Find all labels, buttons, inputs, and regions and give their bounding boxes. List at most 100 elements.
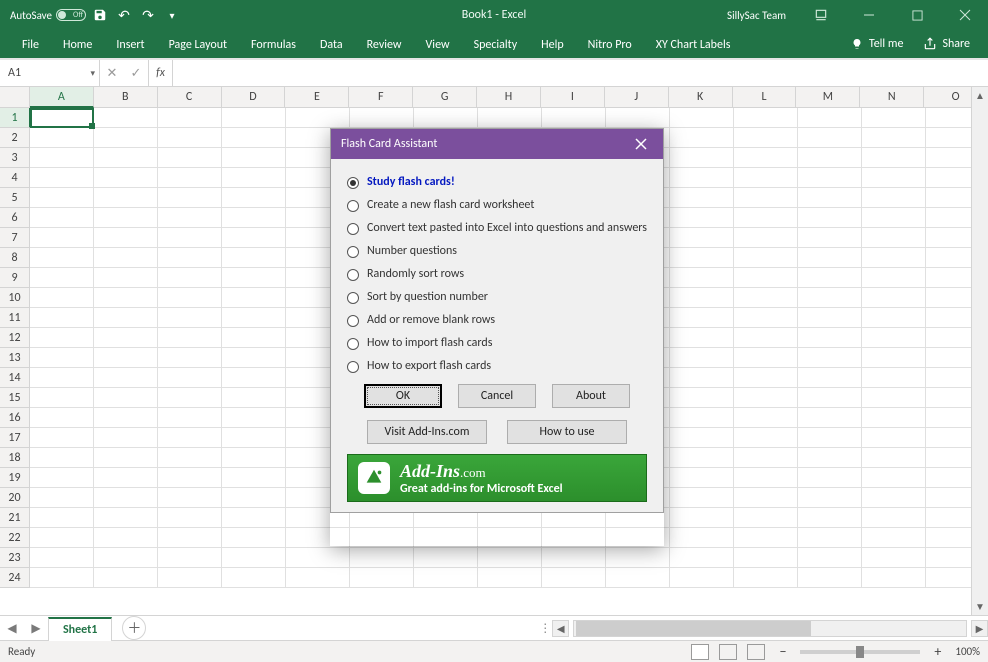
zoom-in-button[interactable]: + [930,643,945,660]
scroll-left-icon[interactable]: ◀ [552,620,569,637]
fill-handle[interactable] [89,123,95,129]
tab-home[interactable]: Home [51,32,104,58]
col-header[interactable]: K [669,87,733,107]
autosave-toggle[interactable]: AutoSave Off [10,9,86,22]
how-to-use-button[interactable]: How to use [507,420,627,444]
row-header[interactable]: 16 [0,408,30,428]
tab-nitro-pro[interactable]: Nitro Pro [576,32,644,58]
tell-me-search[interactable]: Tell me [841,37,914,51]
row-header[interactable]: 5 [0,188,30,208]
qat-customize-icon[interactable]: ▾ [162,5,182,25]
row-header[interactable]: 20 [0,488,30,508]
col-header[interactable]: M [796,87,860,107]
col-header[interactable]: L [733,87,797,107]
cancel-formula-icon[interactable]: ✕ [100,66,124,81]
radio-icon[interactable] [347,269,359,281]
row-header[interactable]: 3 [0,148,30,168]
minimize-icon[interactable] [846,0,892,30]
visit-addins-button[interactable]: Visit Add-Ins.com [367,420,487,444]
vertical-scrollbar[interactable]: ▲ ▼ [971,87,988,615]
col-header[interactable]: A [30,87,94,108]
row-header[interactable]: 12 [0,328,30,348]
radio-sort-by-number[interactable]: Sort by question number [347,286,647,309]
new-sheet-button[interactable]: ＋ [122,616,146,640]
normal-view-icon[interactable] [691,644,709,660]
tab-nav-prev-icon[interactable]: ◀ [0,616,24,640]
col-header[interactable]: J [605,87,669,107]
radio-icon[interactable] [347,200,359,212]
col-header[interactable]: F [349,87,413,107]
radio-icon[interactable] [347,246,359,258]
col-header[interactable]: B [94,87,158,107]
tab-insert[interactable]: Insert [104,32,156,58]
radio-create-worksheet[interactable]: Create a new flash card worksheet [347,194,647,217]
ribbon-options-icon[interactable] [798,0,844,30]
radio-icon[interactable] [347,292,359,304]
ok-button[interactable]: OK [364,384,442,408]
scroll-right-icon[interactable]: ▶ [971,620,988,637]
dialog-titlebar[interactable]: Flash Card Assistant [331,129,663,159]
tab-split-handle[interactable]: ⋮ [538,621,552,636]
row-header[interactable]: 15 [0,388,30,408]
row-header[interactable]: 1 [0,108,31,128]
select-all-corner[interactable] [0,87,30,107]
col-header[interactable]: G [413,87,477,107]
tab-specialty[interactable]: Specialty [462,32,530,58]
col-header[interactable]: N [860,87,924,107]
active-cell[interactable] [30,108,94,128]
radio-icon[interactable] [347,361,359,373]
formula-input[interactable] [173,60,988,86]
name-box[interactable]: A1 ▾ [0,60,100,86]
row-header[interactable]: 21 [0,508,30,528]
row-header[interactable]: 2 [0,128,30,148]
zoom-out-button[interactable]: − [775,643,790,660]
enter-formula-icon[interactable]: ✓ [124,66,148,81]
row-header[interactable]: 22 [0,528,30,548]
col-header[interactable]: H [477,87,541,107]
autosave-switch[interactable]: Off [56,9,86,21]
radio-import[interactable]: How to import flash cards [347,332,647,355]
zoom-level[interactable]: 100% [955,645,980,658]
col-header[interactable]: E [285,87,349,107]
row-header[interactable]: 4 [0,168,30,188]
row-header[interactable]: 8 [0,248,30,268]
radio-icon[interactable] [347,315,359,327]
tab-formulas[interactable]: Formulas [239,32,308,58]
tab-file[interactable]: File [10,32,51,58]
col-header[interactable]: I [541,87,605,107]
tab-review[interactable]: Review [355,32,414,58]
row-header[interactable]: 17 [0,428,30,448]
col-header[interactable]: D [222,87,286,107]
radio-icon[interactable] [347,223,359,235]
tab-help[interactable]: Help [529,32,576,58]
tab-page-layout[interactable]: Page Layout [157,32,239,58]
row-header[interactable]: 10 [0,288,30,308]
chevron-down-icon[interactable]: ▾ [90,68,95,79]
row-header[interactable]: 6 [0,208,30,228]
zoom-slider[interactable] [800,650,920,654]
row-header[interactable]: 13 [0,348,30,368]
addins-banner[interactable]: Add-Ins.com Great add-ins for Microsoft … [347,454,647,502]
about-button[interactable]: About [552,384,630,408]
row-header[interactable]: 24 [0,568,30,588]
tab-xy-chart-labels[interactable]: XY Chart Labels [644,32,743,58]
page-break-view-icon[interactable] [747,644,765,660]
radio-icon[interactable] [347,338,359,350]
sheet-tab[interactable]: Sheet1 [48,617,112,641]
close-icon[interactable] [942,0,988,30]
radio-icon[interactable] [347,177,359,189]
radio-study-flash-cards[interactable]: Study flash cards! [347,171,647,194]
col-header[interactable]: C [158,87,222,107]
horizontal-scrollbar[interactable] [573,620,967,637]
row-header[interactable]: 14 [0,368,30,388]
scrollbar-thumb[interactable] [576,621,811,636]
radio-export[interactable]: How to export flash cards [347,355,647,378]
scroll-down-icon[interactable]: ▼ [972,598,988,615]
radio-blank-rows[interactable]: Add or remove blank rows [347,309,647,332]
dialog-close-icon[interactable] [629,132,653,156]
page-layout-view-icon[interactable] [719,644,737,660]
fx-label[interactable]: fx [149,60,173,86]
account-user[interactable]: SillySac Team [717,9,796,22]
row-header[interactable]: 18 [0,448,30,468]
tab-data[interactable]: Data [308,32,355,58]
